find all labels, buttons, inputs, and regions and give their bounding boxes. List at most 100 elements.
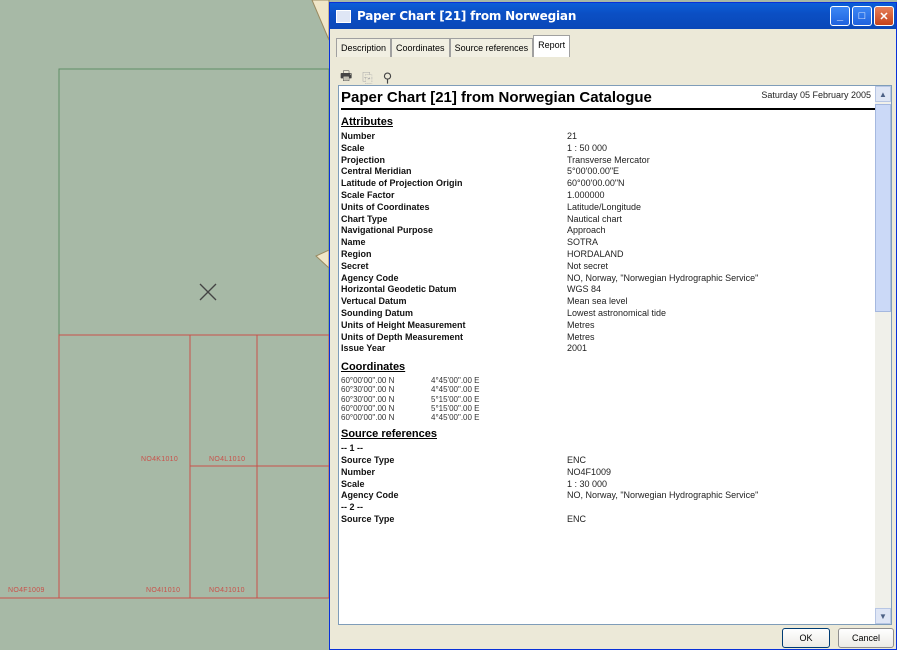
attribute-value: Approach xyxy=(567,225,606,236)
attribute-label: Scale xyxy=(341,142,365,153)
source-separator: -- 2 -- xyxy=(341,502,875,514)
minimize-button[interactable]: _ xyxy=(830,6,850,26)
attribute-row: Secret Not secret xyxy=(341,261,875,273)
maximize-button[interactable]: □ xyxy=(852,6,872,26)
attribute-row: Vertucal Datum Mean sea level xyxy=(341,296,875,308)
attribute-value: Mean sea level xyxy=(567,296,628,307)
attributes-list: Number 21 Scale 1 : 50 000 Projection Transve… xyxy=(341,131,875,355)
source-value: ENC xyxy=(567,513,587,524)
scroll-down-icon[interactable]: ▼ xyxy=(875,608,891,624)
cancel-button[interactable]: Cancel xyxy=(838,628,894,648)
attribute-label: Name xyxy=(341,237,366,248)
map-label-no4i1010[interactable]: NO4I1010 xyxy=(146,587,180,594)
map-label-no4l1010[interactable]: NO4L1010 xyxy=(209,456,245,463)
coordinate-latitude: 60°30'00".00 N xyxy=(341,385,395,395)
selected-chart-outline xyxy=(58,68,330,336)
coordinate-longitude: 4°45'00".00 E xyxy=(431,412,480,422)
tab-source-references[interactable]: Source references xyxy=(449,38,534,57)
source-row: Number NO4F1009 xyxy=(341,467,875,479)
window-title: Paper Chart [21] from Norwegian xyxy=(357,9,577,23)
attribute-value: 2001 xyxy=(567,343,588,354)
attribute-row: Scale 1 : 50 000 xyxy=(341,143,875,155)
source-row: Agency Code NO, Norway, "Norwegian Hydrog… xyxy=(341,490,875,502)
coordinate-row: 60°00'00".00 N 4°45'00".00 E xyxy=(341,413,875,422)
source-separator-label: -- 1 -- xyxy=(341,443,363,454)
attribute-row: Units of Depth Measurement Metres xyxy=(341,332,875,344)
vertical-scrollbar[interactable]: ▲ ▼ xyxy=(875,86,891,624)
close-button[interactable]: ✕ xyxy=(874,6,894,26)
map-label-no4f1009[interactable]: NO4F1009 xyxy=(8,587,45,594)
tab-description[interactable]: Description xyxy=(336,38,392,57)
report-panel: Paper Chart [21] from Norwegian Catalogu… xyxy=(338,85,892,625)
attribute-value: Metres xyxy=(567,319,595,330)
scroll-thumb[interactable] xyxy=(875,104,891,312)
window-icon xyxy=(336,9,351,23)
coordinate-latitude: 60°30'00".00 N xyxy=(341,394,395,404)
report-date: Saturday 05 February 2005 xyxy=(761,90,871,100)
attribute-row: Sounding Datum Lowest astronomical tide xyxy=(341,308,875,320)
tab-coordinates[interactable]: Coordinates xyxy=(391,38,450,57)
source-label: Scale xyxy=(341,478,365,489)
map-label-no4j1010[interactable]: NO4J1010 xyxy=(209,587,245,594)
attribute-value: NO, Norway, "Norwegian Hydrographic Serv… xyxy=(567,272,759,283)
ok-button[interactable]: OK xyxy=(782,628,830,648)
attribute-label: Issue Year xyxy=(341,343,386,354)
find-icon[interactable]: ⚲ xyxy=(383,70,393,86)
attribute-label: Chart Type xyxy=(341,213,388,224)
coordinate-row: 60°00'00".00 N 5°15'00".00 E xyxy=(341,404,875,413)
attribute-value: 1.000000 xyxy=(567,189,605,200)
attribute-row: Horizontal Geodetic Datum WGS 84 xyxy=(341,284,875,296)
source-value: ENC xyxy=(567,454,587,465)
attribute-value: 21 xyxy=(567,131,578,141)
attribute-value: 1 : 50 000 xyxy=(567,142,608,153)
attribute-row: Agency Code NO, Norway, "Norwegian Hydrog… xyxy=(341,273,875,285)
attribute-label: Central Meridian xyxy=(341,166,412,177)
attribute-label: Secret xyxy=(341,260,369,271)
source-row: Source Type ENC xyxy=(341,514,875,526)
attribute-row: Name SOTRA xyxy=(341,237,875,249)
map-label-no4k1010[interactable]: NO4K1010 xyxy=(141,456,178,463)
source-separator: -- 1 -- xyxy=(341,443,875,455)
copy-icon[interactable]: ⎘ xyxy=(362,70,372,86)
attribute-row: Issue Year 2001 xyxy=(341,343,875,355)
coordinate-longitude: 4°45'00".00 E xyxy=(431,376,480,386)
attribute-row: Navigational Purpose Approach xyxy=(341,225,875,237)
report-content: Paper Chart [21] from Norwegian Catalogu… xyxy=(341,88,875,623)
attribute-label: Sounding Datum xyxy=(341,307,413,318)
attribute-label: Number xyxy=(341,131,376,141)
attribute-value: Lowest astronomical tide xyxy=(567,307,667,318)
coordinate-row: 60°00'00".00 N 4°45'00".00 E xyxy=(341,376,875,385)
title-bar[interactable]: Paper Chart [21] from Norwegian _ □ ✕ xyxy=(330,3,896,29)
attribute-value: 5°00'00.00"E xyxy=(567,166,620,177)
report-title: Paper Chart [21] from Norwegian Catalogu… xyxy=(341,89,652,106)
source-label: Number xyxy=(341,466,376,477)
attribute-label: Scale Factor xyxy=(341,189,395,200)
coordinates-list: 60°00'00".00 N 4°45'00".00 E 60°30'00".00 … xyxy=(341,376,875,422)
attribute-value: Nautical chart xyxy=(567,213,623,224)
source-value: 1 : 30 000 xyxy=(567,478,608,489)
attribute-row: Number 21 xyxy=(341,131,875,143)
tab-report[interactable]: Report xyxy=(533,35,571,57)
attribute-value: HORDALAND xyxy=(567,248,624,259)
coordinate-row: 60°30'00".00 N 4°45'00".00 E xyxy=(341,385,875,394)
attribute-value: SOTRA xyxy=(567,237,599,248)
source-label: Source Type xyxy=(341,454,395,465)
attribute-value: Transverse Mercator xyxy=(567,154,650,165)
attribute-value: WGS 84 xyxy=(567,284,602,295)
scroll-up-icon[interactable]: ▲ xyxy=(875,86,891,102)
source-row: Source Type ENC xyxy=(341,455,875,467)
coordinates-heading: Coordinates xyxy=(341,361,406,374)
paper-chart-dialog: Paper Chart [21] from Norwegian _ □ ✕ De… xyxy=(329,2,897,650)
source-references-list: -- 1 -- Source Type ENC Number NO4F1009 Scale… xyxy=(341,443,875,526)
attribute-label: Agency Code xyxy=(341,272,399,283)
source-row: Scale 1 : 30 000 xyxy=(341,479,875,491)
coordinate-latitude: 60°00'00".00 N xyxy=(341,376,395,386)
attribute-row: Units of Coordinates Latitude/Longitude xyxy=(341,202,875,214)
attribute-row: Chart Type Nautical chart xyxy=(341,214,875,226)
attribute-row: Central Meridian 5°00'00.00"E xyxy=(341,166,875,178)
attribute-row: Latitude of Projection Origin 60°00'00.00… xyxy=(341,178,875,190)
coordinate-longitude: 5°15'00".00 E xyxy=(431,403,480,413)
attribute-label: Latitude of Projection Origin xyxy=(341,178,463,189)
land-edge xyxy=(311,0,330,41)
attribute-label: Region xyxy=(341,248,372,259)
